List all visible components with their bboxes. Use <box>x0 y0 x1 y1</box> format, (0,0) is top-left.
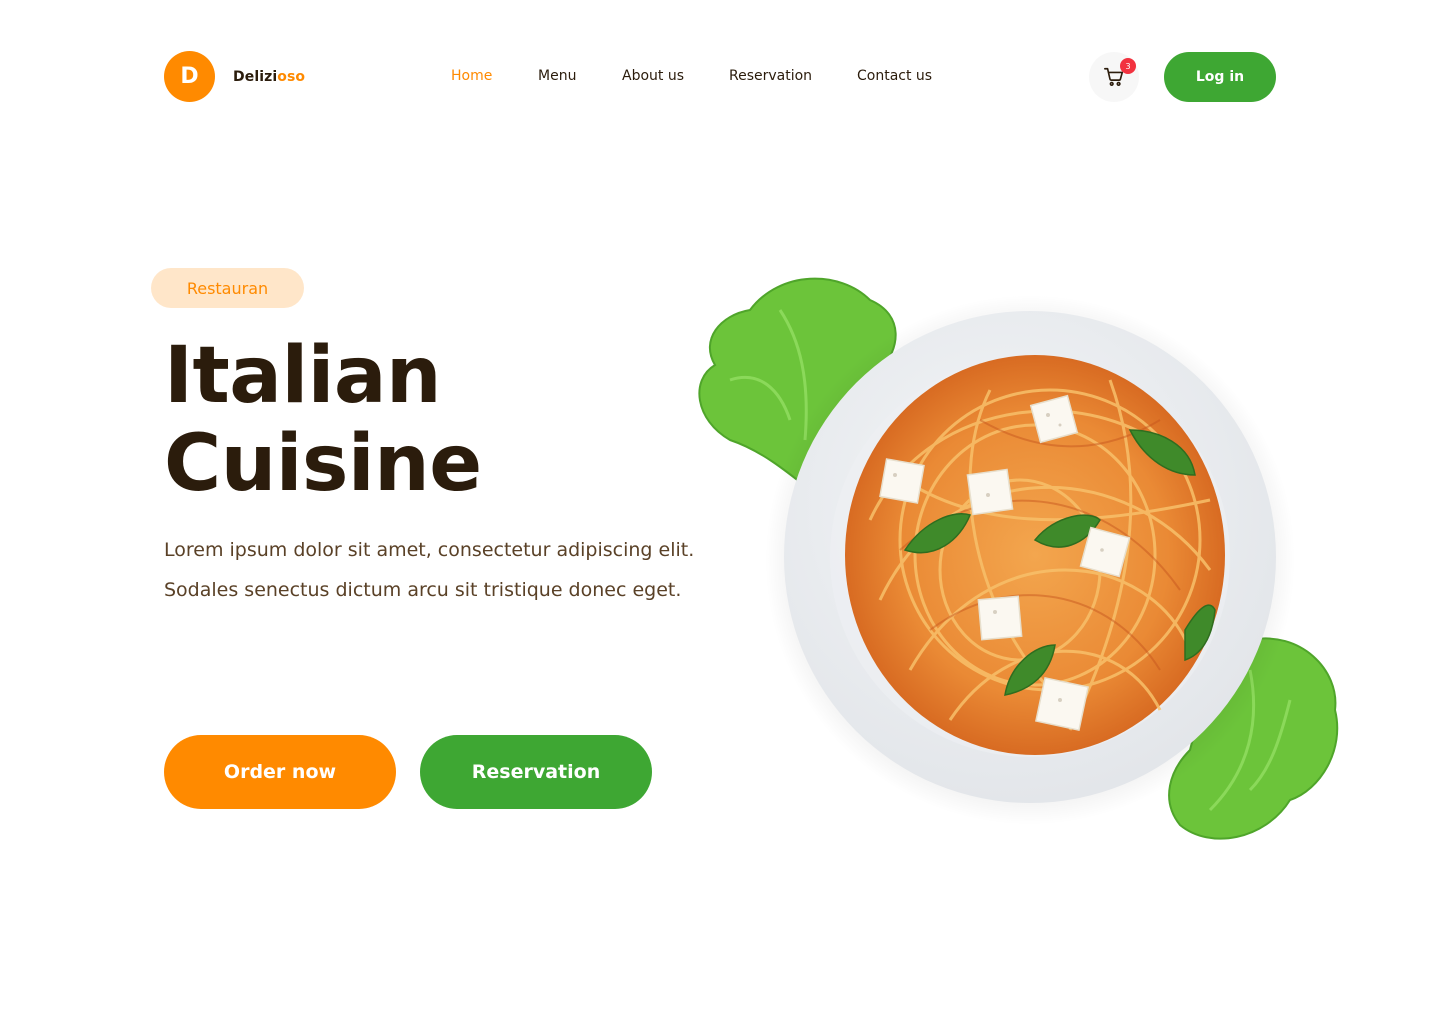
nav-item-about-us[interactable]: About us <box>622 68 684 84</box>
nav-item-menu[interactable]: Menu <box>538 68 576 84</box>
spaghetti-plate-image <box>690 270 1350 860</box>
cart-button[interactable]: 3 <box>1089 52 1139 102</box>
nav-item-home[interactable]: Home <box>451 68 492 84</box>
reservation-button[interactable]: Reservation <box>420 735 652 809</box>
login-button[interactable]: Log in <box>1164 52 1276 102</box>
category-tag: Restauran <box>151 268 304 308</box>
hero-description: Lorem ipsum dolor sit amet, consectetur … <box>164 539 695 601</box>
order-now-button[interactable]: Order now <box>164 735 396 809</box>
hero-title: Italian Cuisine <box>164 332 684 508</box>
cart-count-badge: 3 <box>1120 58 1136 74</box>
hero-title-line2: Cuisine <box>164 419 482 509</box>
nav-item-contact-us[interactable]: Contact us <box>857 68 932 84</box>
hero-title-line1: Italian <box>164 331 442 421</box>
nav-item-reservation[interactable]: Reservation <box>729 68 812 84</box>
